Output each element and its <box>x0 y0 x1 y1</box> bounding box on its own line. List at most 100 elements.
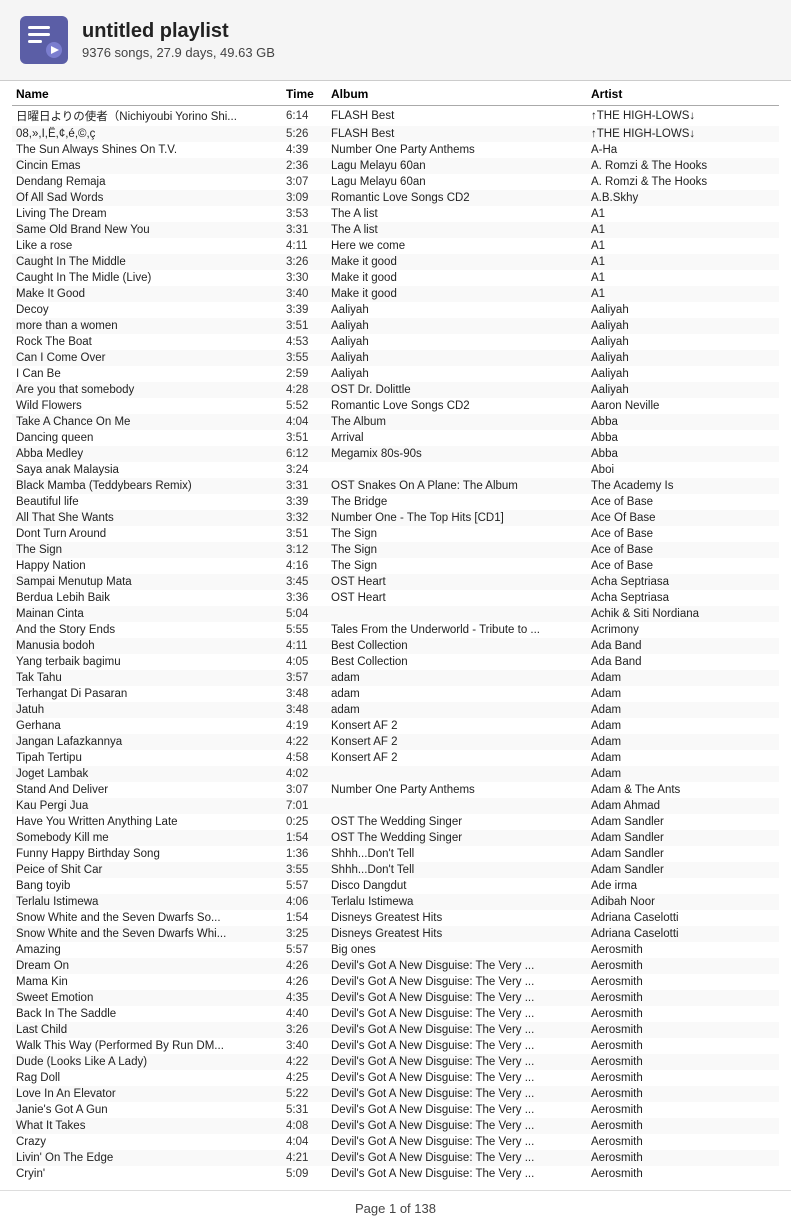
table-row[interactable]: Walk This Way (Performed By Run DM...3:4… <box>12 1038 779 1054</box>
song-album: Make it good <box>327 254 587 270</box>
table-row[interactable]: Snow White and the Seven Dwarfs So...1:5… <box>12 910 779 926</box>
song-name: Can I Come Over <box>12 350 282 366</box>
table-row[interactable]: Dancing queen3:51ArrivalAbba <box>12 430 779 446</box>
song-artist: Adriana Caselotti <box>587 910 779 926</box>
table-row[interactable]: Rag Doll4:25Devil's Got A New Disguise: … <box>12 1070 779 1086</box>
table-row[interactable]: Have You Written Anything Late0:25OST Th… <box>12 814 779 830</box>
song-name: Like a rose <box>12 238 282 254</box>
song-artist: Aerosmith <box>587 990 779 1006</box>
table-row[interactable]: Caught In The Middle3:26Make it goodA1 <box>12 254 779 270</box>
song-artist: Aerosmith <box>587 1086 779 1102</box>
table-row[interactable]: 日曜日よりの使者（Nichiyoubi Yorino Shi...6:14FLA… <box>12 106 779 127</box>
table-row[interactable]: Funny Happy Birthday Song1:36Shhh...Don'… <box>12 846 779 862</box>
song-artist: Ade irma <box>587 878 779 894</box>
table-row[interactable]: Living The Dream3:53The A listA1 <box>12 206 779 222</box>
table-row[interactable]: And the Story Ends5:55Tales From the Und… <box>12 622 779 638</box>
table-row[interactable]: The Sign3:12The SignAce of Base <box>12 542 779 558</box>
song-time: 3:39 <box>282 494 327 510</box>
song-name: Of All Sad Words <box>12 190 282 206</box>
table-row[interactable]: Snow White and the Seven Dwarfs Whi...3:… <box>12 926 779 942</box>
song-artist: A1 <box>587 286 779 302</box>
table-row[interactable]: Cincin Emas2:36Lagu Melayu 60anA. Romzi … <box>12 158 779 174</box>
song-time: 6:14 <box>282 106 327 127</box>
table-row[interactable]: Rock The Boat4:53AaliyahAaliyah <box>12 334 779 350</box>
table-row[interactable]: Last Child3:26Devil's Got A New Disguise… <box>12 1022 779 1038</box>
song-artist: Adam Sandler <box>587 814 779 830</box>
table-row[interactable]: 08,»,I,Ë,¢,é,©,ç5:26FLASH Best↑THE HIGH-… <box>12 126 779 142</box>
table-row[interactable]: Take A Chance On Me4:04The AlbumAbba <box>12 414 779 430</box>
song-name: Amazing <box>12 942 282 958</box>
table-row[interactable]: Dream On4:26Devil's Got A New Disguise: … <box>12 958 779 974</box>
table-row[interactable]: Of All Sad Words3:09Romantic Love Songs … <box>12 190 779 206</box>
table-row[interactable]: Sampai Menutup Mata3:45OST HeartAcha Sep… <box>12 574 779 590</box>
table-row[interactable]: Tak Tahu3:57adamAdam <box>12 670 779 686</box>
song-name: Snow White and the Seven Dwarfs Whi... <box>12 926 282 942</box>
song-album: Best Collection <box>327 654 587 670</box>
song-album: FLASH Best <box>327 106 587 127</box>
song-name: Rag Doll <box>12 1070 282 1086</box>
song-time: 3:40 <box>282 286 327 302</box>
table-row[interactable]: Back In The Saddle4:40Devil's Got A New … <box>12 1006 779 1022</box>
song-album: FLASH Best <box>327 126 587 142</box>
table-row[interactable]: Cryin'5:09Devil's Got A New Disguise: Th… <box>12 1166 779 1182</box>
table-row[interactable]: Are you that somebody4:28OST Dr. Dolittl… <box>12 382 779 398</box>
table-row[interactable]: Beautiful life3:39The BridgeAce of Base <box>12 494 779 510</box>
table-row[interactable]: Dude (Looks Like A Lady)4:22Devil's Got … <box>12 1054 779 1070</box>
song-time: 4:28 <box>282 382 327 398</box>
song-album: Devil's Got A New Disguise: The Very ... <box>327 1086 587 1102</box>
table-row[interactable]: I Can Be2:59AaliyahAaliyah <box>12 366 779 382</box>
song-time: 3:26 <box>282 1022 327 1038</box>
table-row[interactable]: Terlalu Istimewa4:06Terlalu IstimewaAdib… <box>12 894 779 910</box>
table-row[interactable]: Peice of Shit Car3:55Shhh...Don't TellAd… <box>12 862 779 878</box>
table-row[interactable]: All That She Wants3:32Number One - The T… <box>12 510 779 526</box>
song-album: Best Collection <box>327 638 587 654</box>
song-time: 3:39 <box>282 302 327 318</box>
table-row[interactable]: Love In An Elevator5:22Devil's Got A New… <box>12 1086 779 1102</box>
table-row[interactable]: Manusia bodoh4:11Best CollectionAda Band <box>12 638 779 654</box>
table-row[interactable]: Livin' On The Edge4:21Devil's Got A New … <box>12 1150 779 1166</box>
table-row[interactable]: Decoy3:39AaliyahAaliyah <box>12 302 779 318</box>
table-row[interactable]: Wild Flowers5:52Romantic Love Songs CD2A… <box>12 398 779 414</box>
song-album: Romantic Love Songs CD2 <box>327 398 587 414</box>
table-row[interactable]: Saya anak Malaysia3:24Aboi <box>12 462 779 478</box>
table-row[interactable]: Can I Come Over3:55AaliyahAaliyah <box>12 350 779 366</box>
song-artist: Aerosmith <box>587 958 779 974</box>
table-row[interactable]: Tipah Tertipu4:58Konsert AF 2Adam <box>12 750 779 766</box>
table-row[interactable]: Mainan Cinta5:04Achik & Siti Nordiana <box>12 606 779 622</box>
table-row[interactable]: Janie's Got A Gun5:31Devil's Got A New D… <box>12 1102 779 1118</box>
song-album: Disneys Greatest Hits <box>327 910 587 926</box>
table-row[interactable]: What It Takes4:08Devil's Got A New Disgu… <box>12 1118 779 1134</box>
song-album: Here we come <box>327 238 587 254</box>
table-row[interactable]: Terhangat Di Pasaran3:48adamAdam <box>12 686 779 702</box>
table-row[interactable]: Joget Lambak4:02Adam <box>12 766 779 782</box>
table-row[interactable]: Dont Turn Around3:51The SignAce of Base <box>12 526 779 542</box>
table-row[interactable]: Jatuh3:48adamAdam <box>12 702 779 718</box>
table-row[interactable]: Jangan Lafazkannya4:22Konsert AF 2Adam <box>12 734 779 750</box>
table-row[interactable]: Somebody Kill me1:54OST The Wedding Sing… <box>12 830 779 846</box>
table-row[interactable]: Kau Pergi Jua7:01Adam Ahmad <box>12 798 779 814</box>
table-row[interactable]: Dendang Remaja3:07Lagu Melayu 60anA. Rom… <box>12 174 779 190</box>
table-row[interactable]: Bang toyib5:57Disco DangdutAde irma <box>12 878 779 894</box>
song-time: 4:02 <box>282 766 327 782</box>
table-row[interactable]: Make It Good3:40Make it goodA1 <box>12 286 779 302</box>
table-row[interactable]: Abba Medley6:12Megamix 80s-90sAbba <box>12 446 779 462</box>
song-name: Dendang Remaja <box>12 174 282 190</box>
song-time: 1:36 <box>282 846 327 862</box>
table-row[interactable]: Gerhana4:19Konsert AF 2Adam <box>12 718 779 734</box>
table-row[interactable]: Mama Kin4:26Devil's Got A New Disguise: … <box>12 974 779 990</box>
table-row[interactable]: The Sun Always Shines On T.V.4:39Number … <box>12 142 779 158</box>
table-row[interactable]: Sweet Emotion4:35Devil's Got A New Disgu… <box>12 990 779 1006</box>
table-row[interactable]: more than a women3:51AaliyahAaliyah <box>12 318 779 334</box>
table-row[interactable]: Caught In The Midle (Live)3:30Make it go… <box>12 270 779 286</box>
table-row[interactable]: Happy Nation4:16The SignAce of Base <box>12 558 779 574</box>
song-name: And the Story Ends <box>12 622 282 638</box>
table-row[interactable]: Yang terbaik bagimu4:05Best CollectionAd… <box>12 654 779 670</box>
table-row[interactable]: Stand And Deliver3:07Number One Party An… <box>12 782 779 798</box>
table-row[interactable]: Crazy4:04Devil's Got A New Disguise: The… <box>12 1134 779 1150</box>
song-name: Mainan Cinta <box>12 606 282 622</box>
table-row[interactable]: Berdua Lebih Baik3:36OST HeartAcha Septr… <box>12 590 779 606</box>
table-row[interactable]: Same Old Brand New You3:31The A listA1 <box>12 222 779 238</box>
table-row[interactable]: Like a rose4:11Here we comeA1 <box>12 238 779 254</box>
table-row[interactable]: Amazing5:57Big onesAerosmith <box>12 942 779 958</box>
table-row[interactable]: Black Mamba (Teddybears Remix)3:31OST Sn… <box>12 478 779 494</box>
